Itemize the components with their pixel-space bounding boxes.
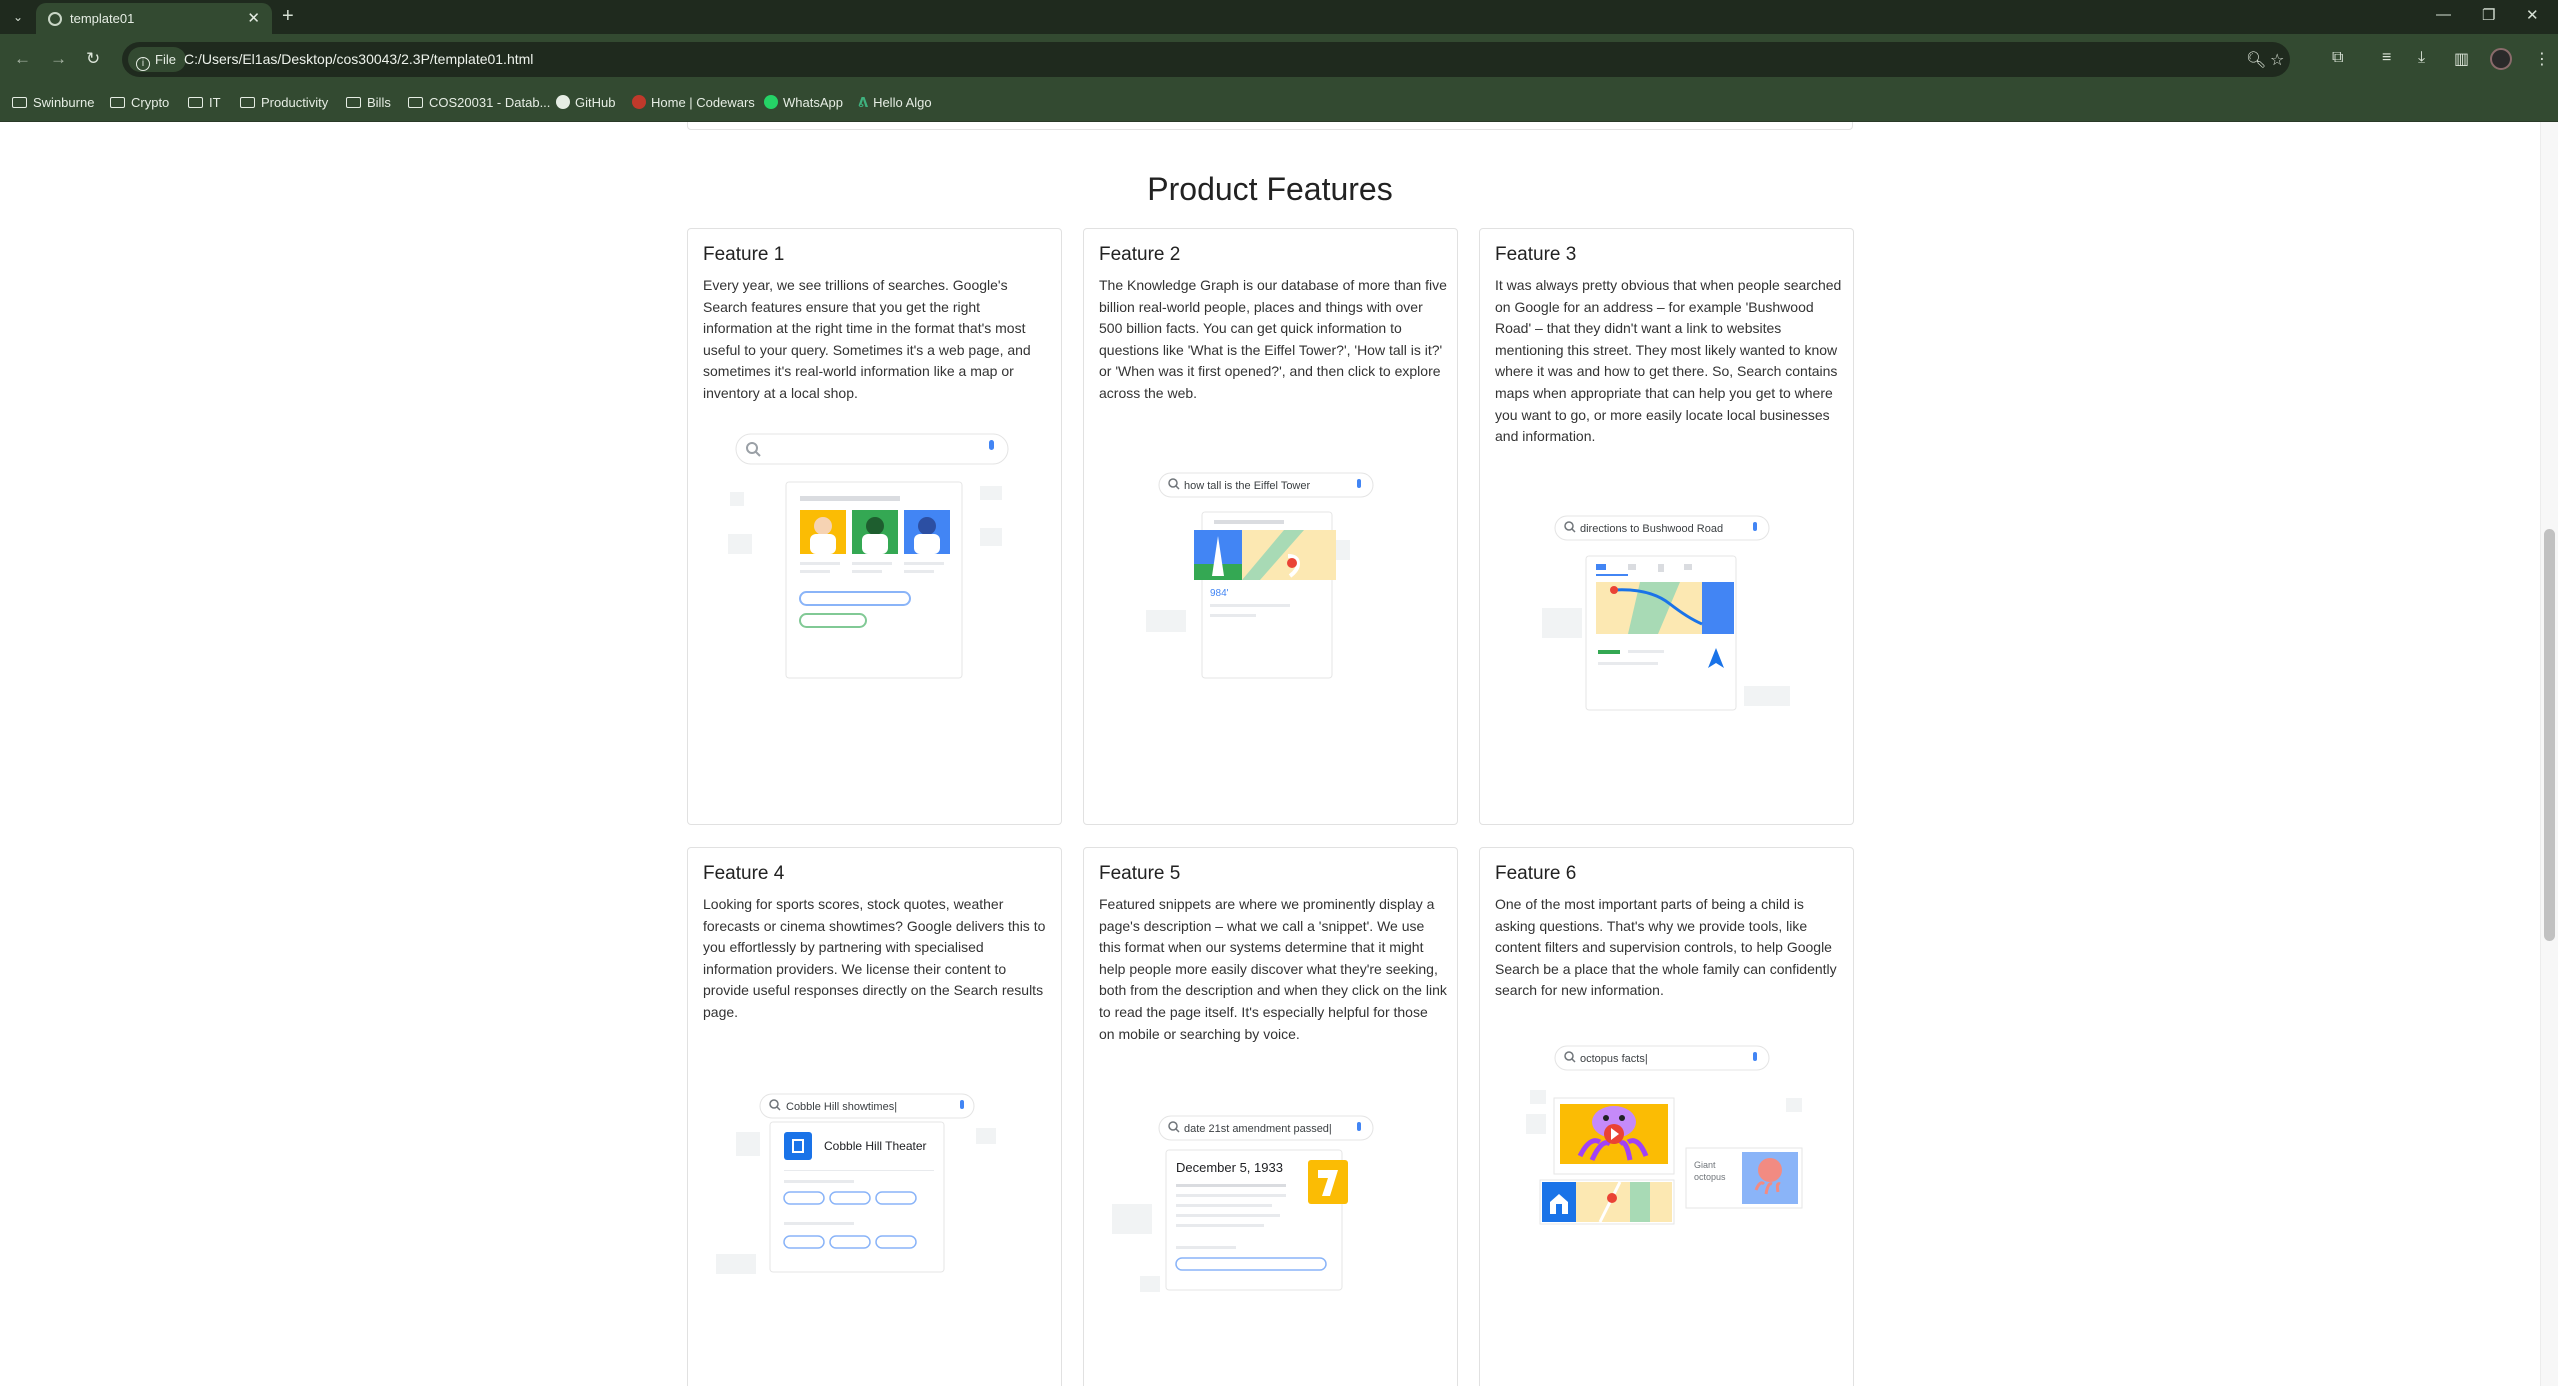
answer-value: 984' (1210, 588, 1229, 599)
bookmarks-bar: Swinburne Crypto IT Productivity Bills C… (0, 86, 2558, 122)
feature-card-1: Feature 1 Every year, we see trillions o… (687, 228, 1062, 825)
feature-text: One of the most important parts of being… (1495, 896, 1837, 999)
browser-toolbar: ← → ↻ i File C:/Users/El1as/Desktop/cos30… (0, 34, 2558, 86)
minimize-icon[interactable]: — (2436, 6, 2451, 23)
media-control-icon[interactable]: ≡ (2382, 49, 2391, 67)
bookmark-cos20031[interactable]: COS20031 - Datab... (408, 95, 550, 110)
feature-card-6: Feature 6 One of the most important part… (1479, 847, 1854, 1386)
hello-algo-icon: ᕕ (858, 95, 869, 110)
showtimes-illustration: Cobble Hill showtimes| Cobble Hill Theat… (716, 1093, 996, 1274)
search-query: Cobble Hill showtimes| (786, 1101, 897, 1113)
bookmark-star-icon[interactable]: ☆ (2270, 50, 2284, 70)
folder-icon (240, 97, 255, 108)
section-title: Product Features (1147, 171, 1393, 207)
tab-strip: ⌄ template01 ✕ + — ❐ ✕ (0, 0, 2558, 34)
search-results-illustration (728, 433, 1009, 679)
bookmark-productivity[interactable]: Productivity (240, 95, 328, 110)
result-caption: Giant (1694, 1160, 1716, 1170)
zoom-icon[interactable]: 🔍︎ (2246, 50, 2266, 70)
page-scrollbar-thumb[interactable] (2544, 529, 2555, 941)
bookmark-label: GitHub (575, 95, 616, 110)
tab-active[interactable]: template01 ✕ (36, 3, 272, 34)
family-search-illustration: octopus facts| Giant octopus (1526, 1045, 1803, 1225)
bookmark-label: COS20031 - Datab... (429, 95, 551, 110)
bookmark-codewars[interactable]: Home | Codewars (632, 95, 755, 110)
feature-text: Looking for sports scores, stock quotes,… (703, 896, 1046, 1020)
info-icon: i (136, 57, 150, 71)
whatsapp-icon (764, 95, 778, 109)
codewars-icon (632, 95, 646, 109)
feature-title: Feature 1 (703, 244, 785, 265)
bookmark-label: Productivity (261, 95, 329, 110)
globe-icon (48, 12, 62, 26)
folder-icon (110, 97, 125, 108)
feature-text: It was always pretty obvious that when p… (1495, 277, 1842, 445)
feature-card-3: Feature 3 It was always pretty obvious t… (1479, 228, 1854, 825)
bookmark-whatsapp[interactable]: WhatsApp (764, 95, 843, 110)
bookmark-label: Crypto (131, 95, 170, 110)
feature-text: The Knowledge Graph is our database of m… (1099, 277, 1447, 401)
feature-text: Every year, we see trillions of searches… (703, 277, 1031, 401)
search-query: how tall is the Eiffel Tower (1184, 480, 1310, 492)
back-icon[interactable]: ← (14, 49, 31, 69)
featured-snippet-illustration: date 21st amendment passed| December 5, … (1112, 1115, 1374, 1292)
folder-icon (346, 97, 361, 108)
search-query: directions to Bushwood Road (1580, 523, 1723, 535)
bookmark-hello-algo[interactable]: ᕕ Hello Algo (858, 95, 932, 111)
bookmark-crypto[interactable]: Crypto (110, 95, 169, 110)
restore-icon[interactable]: ❐ (2482, 6, 2495, 24)
result-title: Cobble Hill Theater (824, 1139, 927, 1153)
bookmark-label: Home | Codewars (651, 95, 755, 110)
search-query: date 21st amendment passed| (1184, 1123, 1332, 1135)
feature-card-4: Feature 4 Looking for sports scores, sto… (687, 847, 1062, 1386)
previous-section-card (687, 122, 1853, 130)
tab-close-icon[interactable]: ✕ (247, 9, 260, 27)
profile-avatar[interactable] (2490, 48, 2512, 70)
feature-text: Featured snippets are where we prominent… (1099, 896, 1447, 1042)
feature-title: Feature 5 (1099, 863, 1181, 884)
bookmark-it[interactable]: IT (188, 95, 221, 110)
search-query: octopus facts| (1580, 1053, 1648, 1065)
feature-title: Feature 4 (703, 863, 785, 884)
bookmark-label: Swinburne (33, 95, 95, 110)
forward-icon[interactable]: → (50, 49, 67, 69)
address-bar[interactable]: i File C:/Users/El1as/Desktop/cos30043/2.… (122, 42, 2290, 77)
site-info-chip[interactable]: i File (128, 47, 186, 72)
url-text[interactable]: C:/Users/El1as/Desktop/cos30043/2.3P/tem… (184, 51, 533, 67)
feature-title: Feature 3 (1495, 244, 1577, 265)
bookmark-label: WhatsApp (783, 95, 843, 110)
reload-icon[interactable]: ↻ (86, 49, 100, 69)
feature-title: Feature 6 (1495, 863, 1577, 884)
extensions-icon[interactable]: ⧉ (2332, 49, 2343, 67)
close-window-icon[interactable]: ✕ (2526, 6, 2539, 24)
bookmark-label: Hello Algo (873, 95, 932, 110)
folder-icon (12, 97, 27, 108)
bookmark-bills[interactable]: Bills (346, 95, 391, 110)
feature-card-2: Feature 2 The Knowledge Graph is our dat… (1083, 228, 1458, 825)
tab-search-icon[interactable]: ⌄ (8, 8, 28, 26)
url-scheme: File (155, 52, 176, 67)
bookmark-label: IT (209, 95, 221, 110)
download-icon[interactable]: ⤓ (2418, 49, 2425, 67)
feature-card-5: Feature 5 Featured snippets are where we… (1083, 847, 1458, 1386)
knowledge-graph-illustration: how tall is the Eiffel Tower 984' (1146, 472, 1374, 679)
page-viewport: Product Features Feature 1 Every year, w… (0, 122, 2540, 1386)
result-caption-2: octopus (1694, 1172, 1726, 1182)
feature-title: Feature 2 (1099, 244, 1181, 265)
github-icon (556, 95, 570, 109)
bookmark-github[interactable]: GitHub (556, 95, 615, 110)
answer-value: December 5, 1933 (1176, 1160, 1283, 1175)
menu-icon[interactable]: ⋮ (2534, 49, 2550, 69)
folder-icon (188, 97, 203, 108)
folder-icon (408, 97, 423, 108)
map-directions-illustration: directions to Bushwood Road (1542, 515, 1790, 711)
bookmark-label: Bills (367, 95, 391, 110)
new-tab-icon[interactable]: + (282, 5, 294, 28)
tab-title: template01 (70, 11, 135, 26)
bookmark-swinburne[interactable]: Swinburne (12, 95, 94, 110)
side-panel-icon[interactable]: ▥ (2454, 49, 2469, 69)
